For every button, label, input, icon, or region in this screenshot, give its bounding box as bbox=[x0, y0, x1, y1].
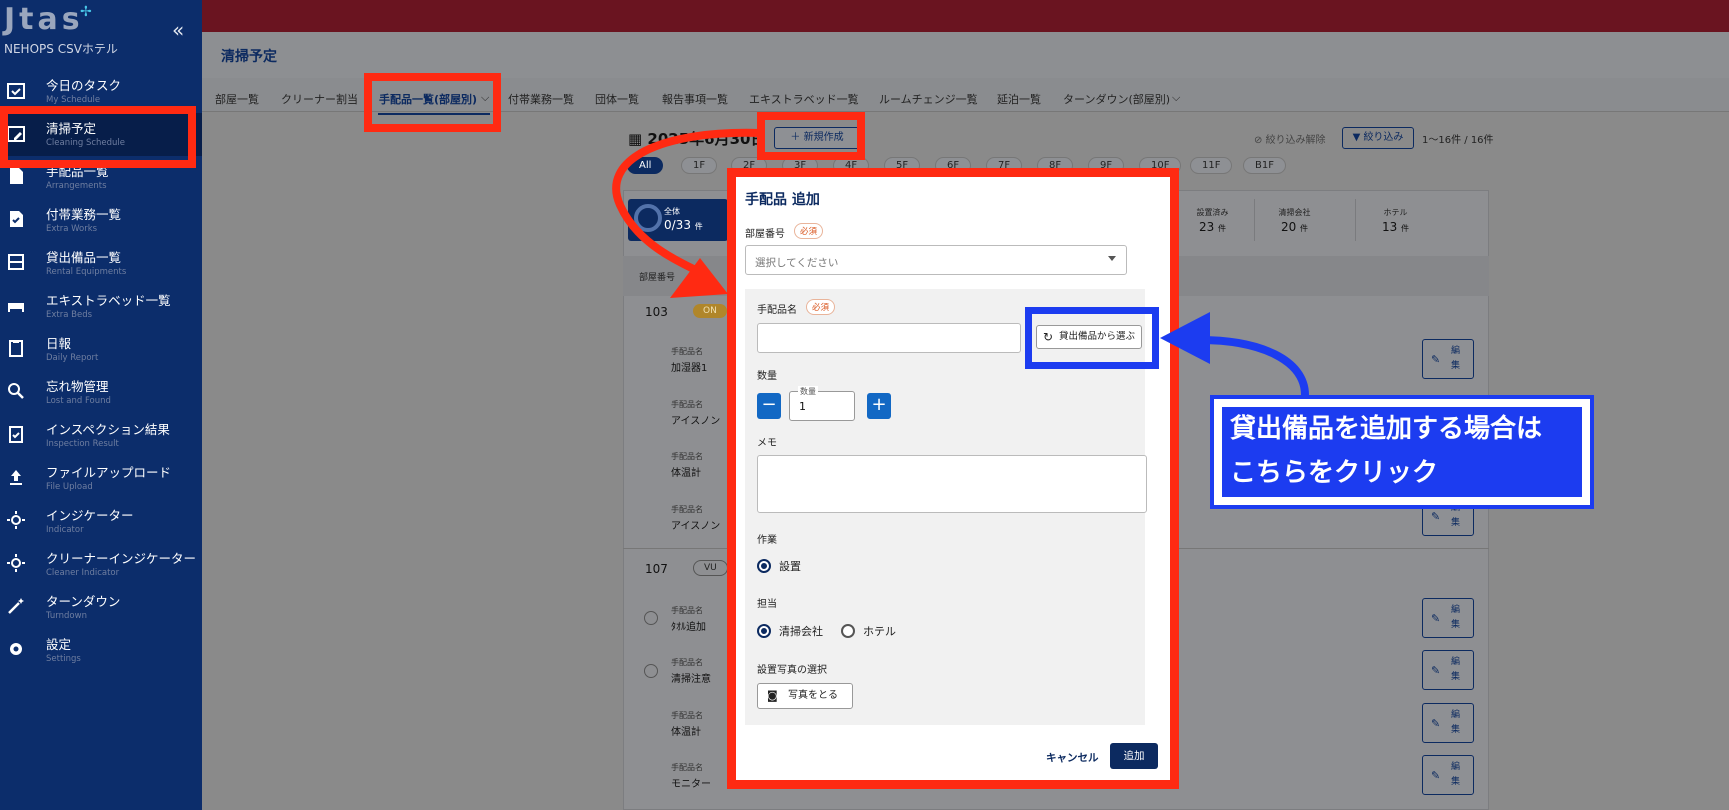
annotation-arrows bbox=[612, 128, 1309, 396]
blue-arrow-head bbox=[1160, 312, 1210, 364]
red-arrow-line bbox=[612, 128, 761, 282]
blue-arrow-line bbox=[1199, 336, 1309, 396]
